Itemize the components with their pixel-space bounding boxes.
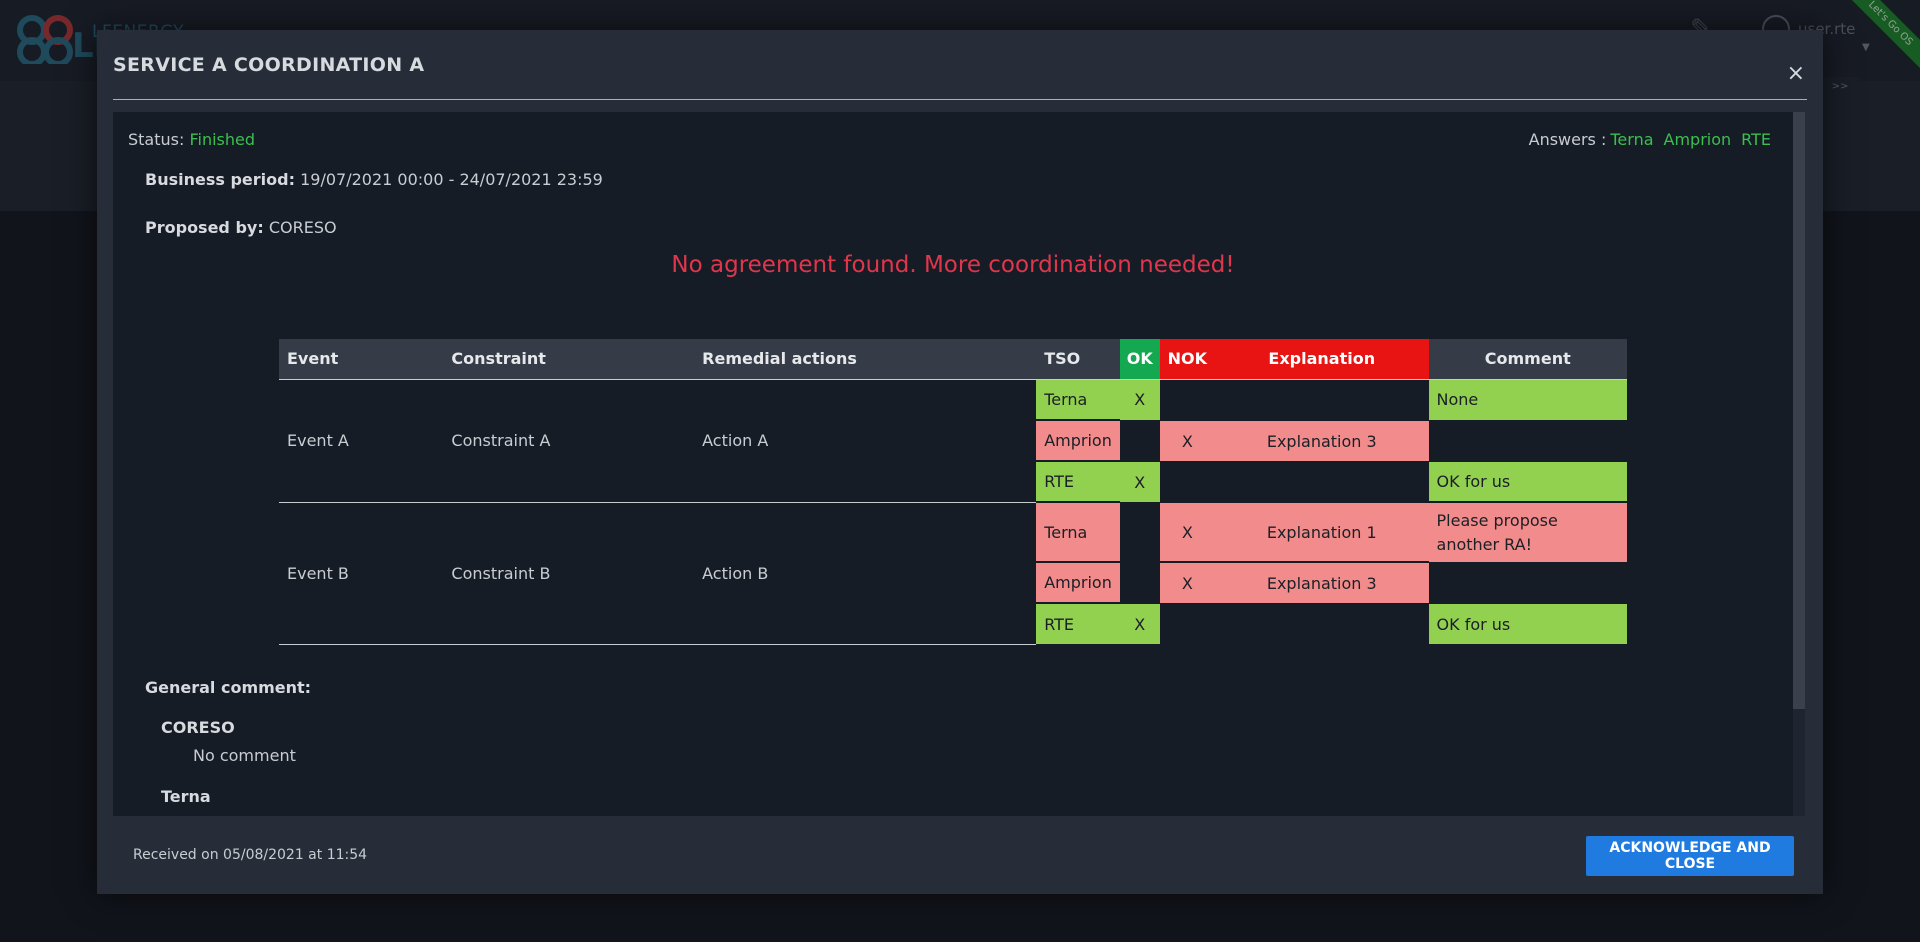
nok-cell: X [1159,419,1215,461]
business-period-label: Business period: [145,170,295,189]
comment-author: CORESO [161,718,235,737]
ok-cell [1119,420,1160,461]
col-explanation: Explanation [1215,339,1429,380]
answer-tso: RTE [1741,130,1771,149]
ok-cell [1119,502,1160,562]
explanation-cell [1215,379,1429,420]
comment-cell: OK for us [1428,602,1627,644]
comment-cell: OK for us [1428,460,1627,502]
vertical-scrollbar[interactable] [1793,112,1805,816]
coordination-table: Event Constraint Remedial actions TSO OK… [279,339,1627,645]
tso-cell: RTE [1036,460,1120,502]
status-line: Status: Finished [128,130,255,149]
modal-header: SERVICE A COORDINATION A [113,30,1807,100]
answer-tso: Terna [1610,130,1654,149]
comment-author: Terna [161,787,211,806]
tso-cell: Terna [1036,501,1120,562]
ok-cell: X [1119,602,1160,644]
nok-cell: X [1159,501,1215,562]
comment-cell: Please propose another RA! [1428,501,1627,562]
answer-tso: Amprion [1663,130,1732,149]
card-detail-modal: SERVICE A COORDINATION A × Status: Finis… [97,30,1823,894]
nok-cell [1159,461,1215,502]
event-cell: Event B [279,502,444,645]
tso-cell: Amprion [1036,561,1120,603]
comment-cell: None [1428,379,1627,420]
action-cell: Action B [694,502,1037,645]
explanation-cell [1215,461,1429,502]
tso-cell: RTE [1036,602,1120,644]
status-value: Finished [189,130,256,149]
business-period-value: 19/07/2021 00:00 - 24/07/2021 23:59 [300,170,603,189]
comment-cell [1428,562,1627,603]
nok-cell [1159,603,1215,644]
action-cell: Action A [694,379,1037,503]
modal-title: SERVICE A COORDINATION A [113,53,425,76]
received-date: Received on 05/08/2021 at 11:54 [133,847,368,863]
nok-cell [1159,379,1215,420]
explanation-cell: Explanation 1 [1215,501,1429,562]
table-row: Event B Constraint B Action B Terna X Ex… [279,501,1627,645]
ok-cell: X [1119,460,1160,502]
acknowledge-and-close-button[interactable]: ACKNOWLEDGE AND CLOSE [1586,836,1794,876]
proposed-by: Proposed by: CORESO [145,218,337,237]
col-ok: OK [1119,339,1160,380]
nok-cell: X [1159,561,1215,603]
answers-label: Answers : [1528,130,1607,149]
col-constraint: Constraint [443,339,695,380]
col-tso: TSO [1036,339,1120,380]
tso-cell: Terna [1036,379,1120,420]
table-row: Event A Constraint A Action A Terna X No… [279,379,1627,503]
scrollbar-thumb[interactable] [1793,112,1805,709]
modal-footer: Received on 05/08/2021 at 11:54 ACKNOWLE… [97,816,1823,894]
close-icon[interactable]: × [1787,63,1805,85]
explanation-cell [1215,603,1429,644]
explanation-cell: Explanation 3 [1215,561,1429,603]
agreement-warning: No agreement found. More coordination ne… [671,252,1235,278]
status-label: Status: [128,130,185,149]
ok-cell: X [1119,379,1160,420]
col-remedial-actions: Remedial actions [694,339,1037,380]
comment-text: No comment [193,746,296,765]
general-comment-label: General comment: [145,678,312,697]
proposed-by-value: CORESO [268,218,337,237]
tso-cell: Amprion [1036,419,1120,461]
modal-body[interactable]: Status: Finished Answers : Terna Amprion… [113,112,1805,816]
proposed-by-label: Proposed by: [145,218,264,237]
table-header-row: Event Constraint Remedial actions TSO OK… [279,339,1627,380]
constraint-cell: Constraint B [443,502,695,645]
col-comment: Comment [1428,339,1627,380]
comment-cell [1428,420,1627,461]
answers-line: Answers : Terna Amprion RTE [1529,130,1771,149]
col-event: Event [279,339,444,380]
col-nok: NOK [1159,339,1215,380]
constraint-cell: Constraint A [443,379,695,503]
ok-cell [1119,562,1160,603]
explanation-cell: Explanation 3 [1215,419,1429,461]
business-period: Business period: 19/07/2021 00:00 - 24/0… [145,170,603,189]
event-cell: Event A [279,379,444,503]
